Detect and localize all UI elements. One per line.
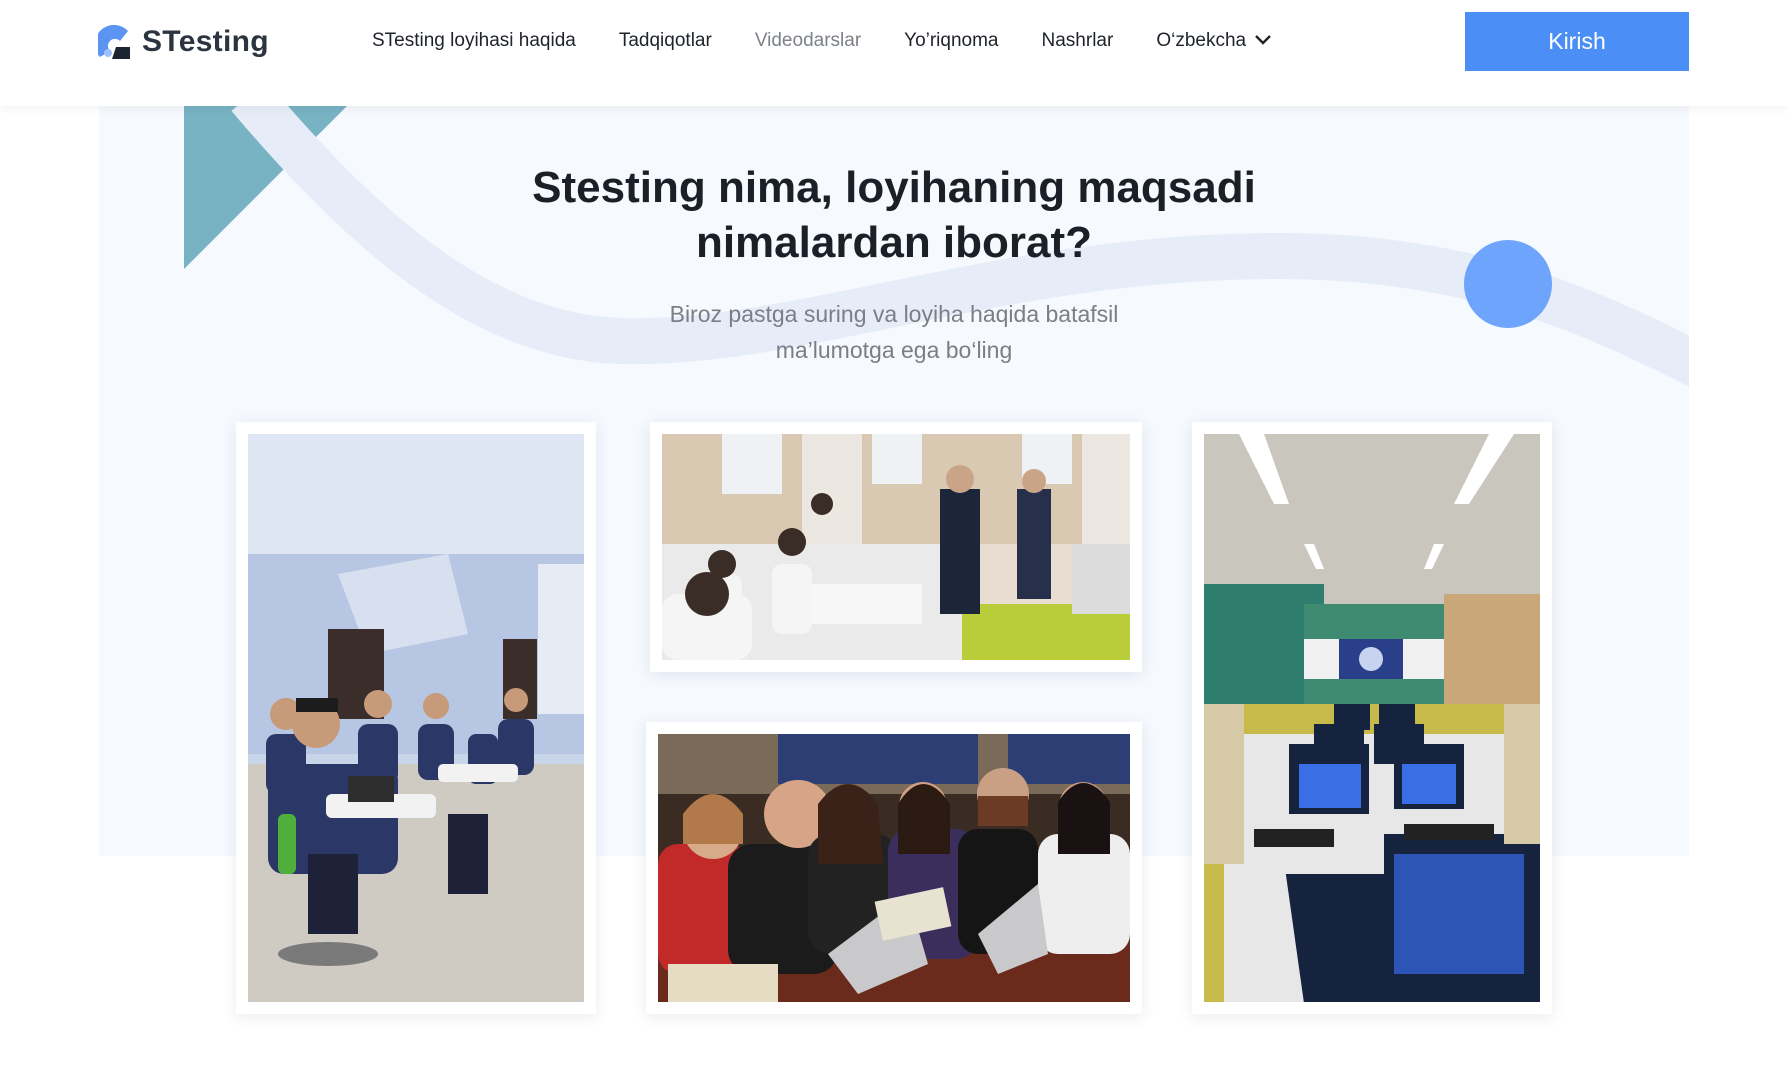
logo[interactable]: STesting <box>94 22 269 62</box>
hero-title: Stesting nima, loyihaning maqsadi nimala… <box>0 160 1788 270</box>
photo-computer-lab <box>1204 434 1540 1002</box>
photo-visit <box>662 434 1130 660</box>
hero-subtitle-line1: Biroz pastga suring va loyiha haqida bat… <box>669 301 1119 327</box>
hero-title-line1: Stesting nima, loyihaning maqsadi <box>532 163 1256 212</box>
photo-card-computer-lab <box>1192 422 1552 1014</box>
photo-card-visit <box>650 422 1142 672</box>
photo-card-study-group <box>646 722 1142 1014</box>
photo-classroom <box>248 434 584 1002</box>
logo-icon <box>94 24 132 59</box>
chevron-down-icon <box>1254 30 1272 52</box>
photo-card-classroom <box>236 422 596 1014</box>
language-select[interactable]: O‘zbekcha <box>1156 30 1272 52</box>
main-nav: STesting loyihasi haqida Tadqiqotlar Vid… <box>372 30 1315 52</box>
photo-study-group <box>658 734 1130 1002</box>
logo-text: STesting <box>142 25 269 58</box>
nav-guide[interactable]: Yo’riqnoma <box>904 30 998 52</box>
language-label: O‘zbekcha <box>1156 30 1247 51</box>
nav-research[interactable]: Tadqiqotlar <box>619 30 712 52</box>
hero-title-line2: nimalardan iborat? <box>695 218 1093 267</box>
nav-videolessons[interactable]: Videodarslar <box>755 30 861 52</box>
login-button[interactable]: Kirish <box>1465 12 1689 71</box>
top-navbar: STesting STesting loyihasi haqida Tadqiq… <box>0 0 1788 106</box>
nav-about[interactable]: STesting loyihasi haqida <box>372 30 576 52</box>
hero-subtitle-line2: ma’lumotga ega bo‘ling <box>775 337 1013 363</box>
nav-publications[interactable]: Nashrlar <box>1042 30 1114 52</box>
hero-subtitle: Biroz pastga suring va loyiha haqida bat… <box>0 296 1788 368</box>
